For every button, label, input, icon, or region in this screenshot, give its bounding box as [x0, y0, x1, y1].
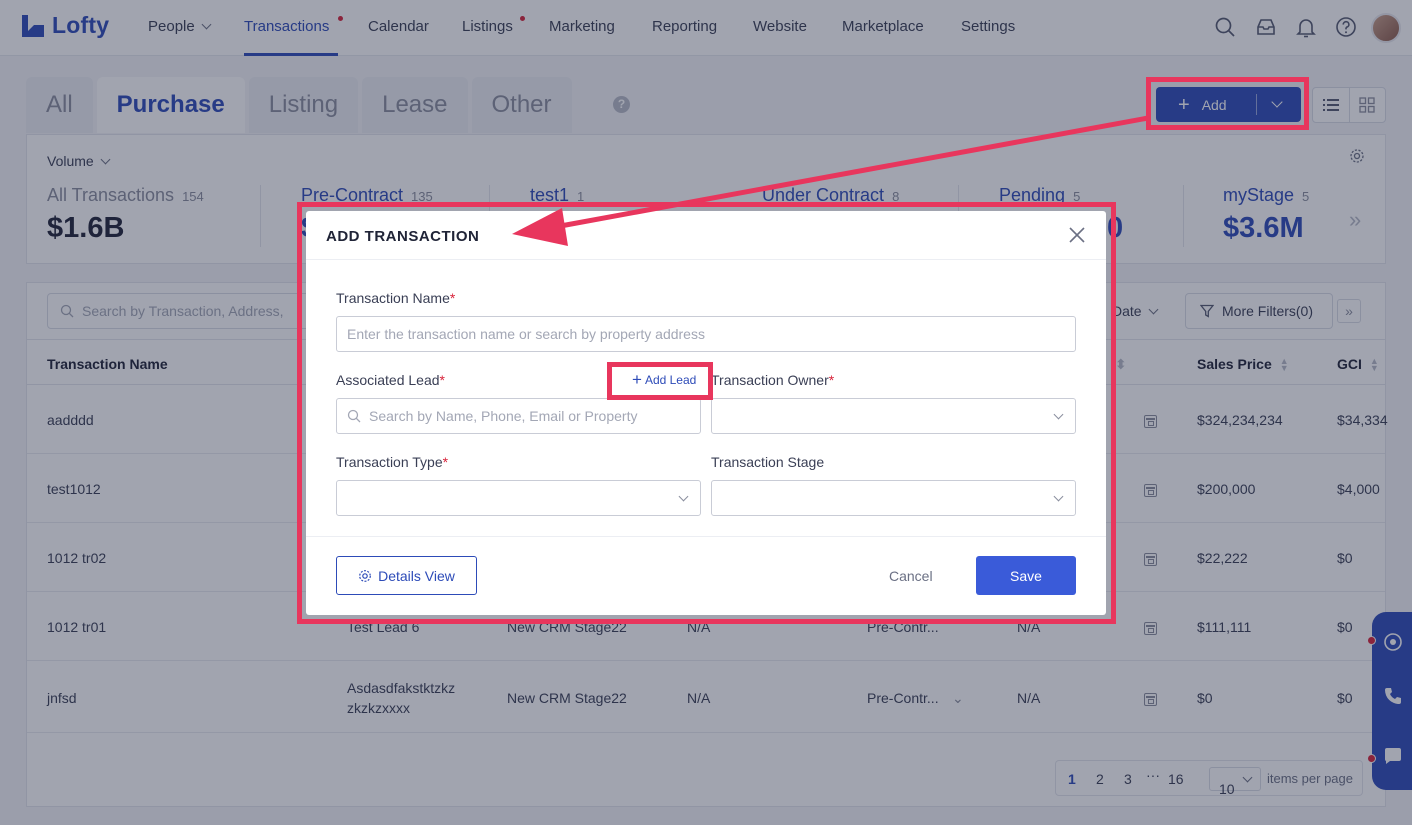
- annotation-arrow-icon: [512, 115, 1149, 246]
